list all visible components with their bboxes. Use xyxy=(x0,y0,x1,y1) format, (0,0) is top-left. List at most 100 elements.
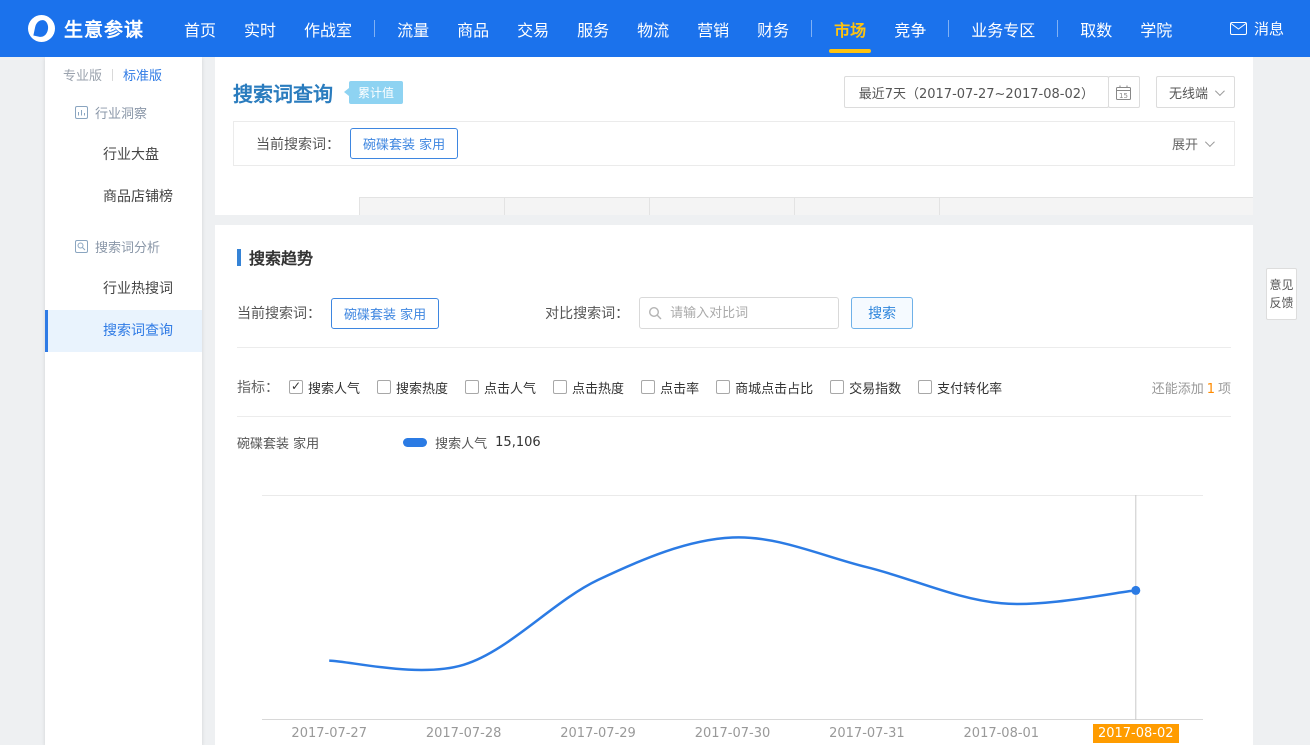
brand-name: 生意参谋 xyxy=(64,15,144,42)
nav-item-competition[interactable]: 竞争 xyxy=(880,0,940,57)
envelope-icon xyxy=(1230,22,1247,35)
metric-label: 搜索热度 xyxy=(396,378,448,397)
divider xyxy=(237,347,1231,348)
nav-item-home[interactable]: 首页 xyxy=(170,0,230,57)
sidebar-item-product-shop-ranking[interactable]: 商品店铺榜 xyxy=(45,176,202,218)
x-axis-label: 2017-07-28 xyxy=(396,726,530,741)
header-controls: 最近7天（2017-07-27~2017-08-02） 15 无线端 xyxy=(844,76,1235,108)
checkbox-icon[interactable] xyxy=(377,380,391,394)
nav-item-war-room[interactable]: 作战室 xyxy=(290,0,366,57)
current-term-label: 当前搜索词： xyxy=(256,134,340,154)
metric-label: 支付转化率 xyxy=(937,378,1002,397)
metric-label: 点击人气 xyxy=(484,378,536,397)
search-button[interactable]: 搜索 xyxy=(851,297,913,329)
sidebar-item-search-word-query[interactable]: 搜索词查询 xyxy=(45,310,202,352)
tab[interactable] xyxy=(215,197,360,215)
sidebar-item-industry-overview[interactable]: 行业大盘 xyxy=(45,134,202,176)
checkbox-icon[interactable] xyxy=(830,380,844,394)
metric-click-rate[interactable]: 点击率 xyxy=(641,378,699,397)
nav-item-realtime[interactable]: 实时 xyxy=(230,0,290,57)
search-analysis-icon xyxy=(75,240,88,253)
nav-item-business-zone[interactable]: 业务专区 xyxy=(957,0,1049,57)
search-trend-panel: 搜索趋势 当前搜索词： 碗碟套装 家用 对比搜索词： 搜索 指标： 搜索人气 搜… xyxy=(215,225,1253,745)
chart-legend: 碗碟套装 家用 搜索人气 15,106 xyxy=(215,431,1253,453)
metric-click-heat[interactable]: 点击热度 xyxy=(553,378,624,397)
tab[interactable] xyxy=(505,197,650,215)
trend-line-chart xyxy=(262,495,1203,720)
calendar-picker-button[interactable]: 15 xyxy=(1108,76,1140,108)
compare-search-row: 当前搜索词： 碗碟套装 家用 对比搜索词： 搜索 xyxy=(215,297,1253,329)
compare-input-wrap xyxy=(639,297,839,329)
metric-mall-click-share[interactable]: 商城点击占比 xyxy=(716,378,813,397)
x-axis-label-highlighted: 2017-08-02 xyxy=(1069,726,1203,741)
metric-label: 交易指数 xyxy=(849,378,901,397)
remaining-metrics-hint: 还能添加1项 xyxy=(1152,378,1231,397)
cumulative-badge: 累计值 xyxy=(349,81,403,104)
metrics-label: 指标： xyxy=(237,377,279,397)
nav-menu: 首页 实时 作战室 流量 商品 交易 服务 物流 营销 财务 市场 竞争 业务专… xyxy=(170,0,1186,57)
feedback-button[interactable]: 意见反馈 xyxy=(1266,268,1297,320)
metric-label: 点击热度 xyxy=(572,378,624,397)
metric-payment-conversion[interactable]: 支付转化率 xyxy=(918,378,1002,397)
checkbox-icon[interactable] xyxy=(641,380,655,394)
nav-divider xyxy=(811,20,812,37)
page-header-card: 搜索词查询 累计值 最近7天（2017-07-27~2017-08-02） 15… xyxy=(215,57,1253,197)
section-header: 搜索趋势 xyxy=(215,225,1253,269)
sycm-logo-icon xyxy=(28,15,55,42)
terminal-select[interactable]: 无线端 xyxy=(1156,76,1235,108)
metric-trade-index[interactable]: 交易指数 xyxy=(830,378,901,397)
sidebar: 专业版 标准版 行业洞察 行业大盘 商品店铺榜 搜索词分析 行业热搜词 搜索词查… xyxy=(45,57,202,745)
date-range-button[interactable]: 最近7天（2017-07-27~2017-08-02） xyxy=(844,76,1109,108)
current-search-term-bar: 当前搜索词： 碗碟套装 家用 展开 xyxy=(233,121,1235,166)
legend-term: 碗碟套装 家用 xyxy=(237,433,319,452)
search-icon xyxy=(648,306,662,320)
metric-search-popularity[interactable]: 搜索人气 xyxy=(289,378,360,397)
sidebar-section-industry-insight[interactable]: 行业洞察 xyxy=(45,90,202,134)
checkbox-icon[interactable] xyxy=(716,380,730,394)
section-title: 搜索趋势 xyxy=(249,245,313,269)
nav-item-academy[interactable]: 学院 xyxy=(1126,0,1186,57)
metric-click-popularity[interactable]: 点击人气 xyxy=(465,378,536,397)
current-term-chip[interactable]: 碗碟套装 家用 xyxy=(350,128,458,159)
nav-item-trade[interactable]: 交易 xyxy=(503,0,563,57)
tab-strip xyxy=(215,197,1253,215)
nav-item-traffic[interactable]: 流量 xyxy=(383,0,443,57)
top-navigation: 生意参谋 首页 实时 作战室 流量 商品 交易 服务 物流 营销 财务 市场 竞… xyxy=(0,0,1310,57)
sidebar-item-industry-hot-words[interactable]: 行业热搜词 xyxy=(45,268,202,310)
metrics-row: 指标： 搜索人气 搜索热度 点击人气 点击热度 点击率 商城点击占比 交易指数 xyxy=(215,376,1253,398)
tab[interactable] xyxy=(650,197,795,215)
message-button[interactable]: 消息 xyxy=(1230,18,1284,39)
version-tabs: 专业版 标准版 xyxy=(45,57,202,90)
nav-item-service[interactable]: 服务 xyxy=(563,0,623,57)
tab[interactable] xyxy=(360,197,505,215)
checkbox-icon[interactable] xyxy=(289,380,303,394)
nav-item-marketing[interactable]: 营销 xyxy=(683,0,743,57)
expand-button[interactable]: 展开 xyxy=(1172,134,1212,153)
current-term-label: 当前搜索词： xyxy=(237,303,321,323)
brand[interactable]: 生意参谋 xyxy=(28,15,144,42)
page-title: 搜索词查询 xyxy=(233,78,333,107)
checkbox-icon[interactable] xyxy=(465,380,479,394)
nav-item-goods[interactable]: 商品 xyxy=(443,0,503,57)
version-tab-standard[interactable]: 标准版 xyxy=(123,65,162,84)
svg-text:15: 15 xyxy=(1120,91,1129,99)
checkbox-icon[interactable] xyxy=(918,380,932,394)
industry-insight-icon xyxy=(75,106,88,119)
x-axis-label: 2017-07-31 xyxy=(800,726,934,741)
version-tab-pro[interactable]: 专业版 xyxy=(63,65,102,84)
current-term-chip[interactable]: 碗碟套装 家用 xyxy=(331,298,439,329)
sidebar-section-search-analysis[interactable]: 搜索词分析 xyxy=(45,224,202,268)
compare-search-input[interactable] xyxy=(639,297,839,329)
x-axis-label: 2017-08-01 xyxy=(934,726,1068,741)
nav-item-finance[interactable]: 财务 xyxy=(743,0,803,57)
sidebar-section-label: 行业洞察 xyxy=(95,103,147,122)
metric-search-heat[interactable]: 搜索热度 xyxy=(377,378,448,397)
nav-item-data-extraction[interactable]: 取数 xyxy=(1066,0,1126,57)
nav-divider xyxy=(1057,20,1058,37)
nav-item-market[interactable]: 市场 xyxy=(820,0,880,57)
tab[interactable] xyxy=(795,197,940,215)
nav-item-logistics[interactable]: 物流 xyxy=(623,0,683,57)
x-axis-label: 2017-07-27 xyxy=(262,726,396,741)
metric-label: 搜索人气 xyxy=(308,378,360,397)
checkbox-icon[interactable] xyxy=(553,380,567,394)
